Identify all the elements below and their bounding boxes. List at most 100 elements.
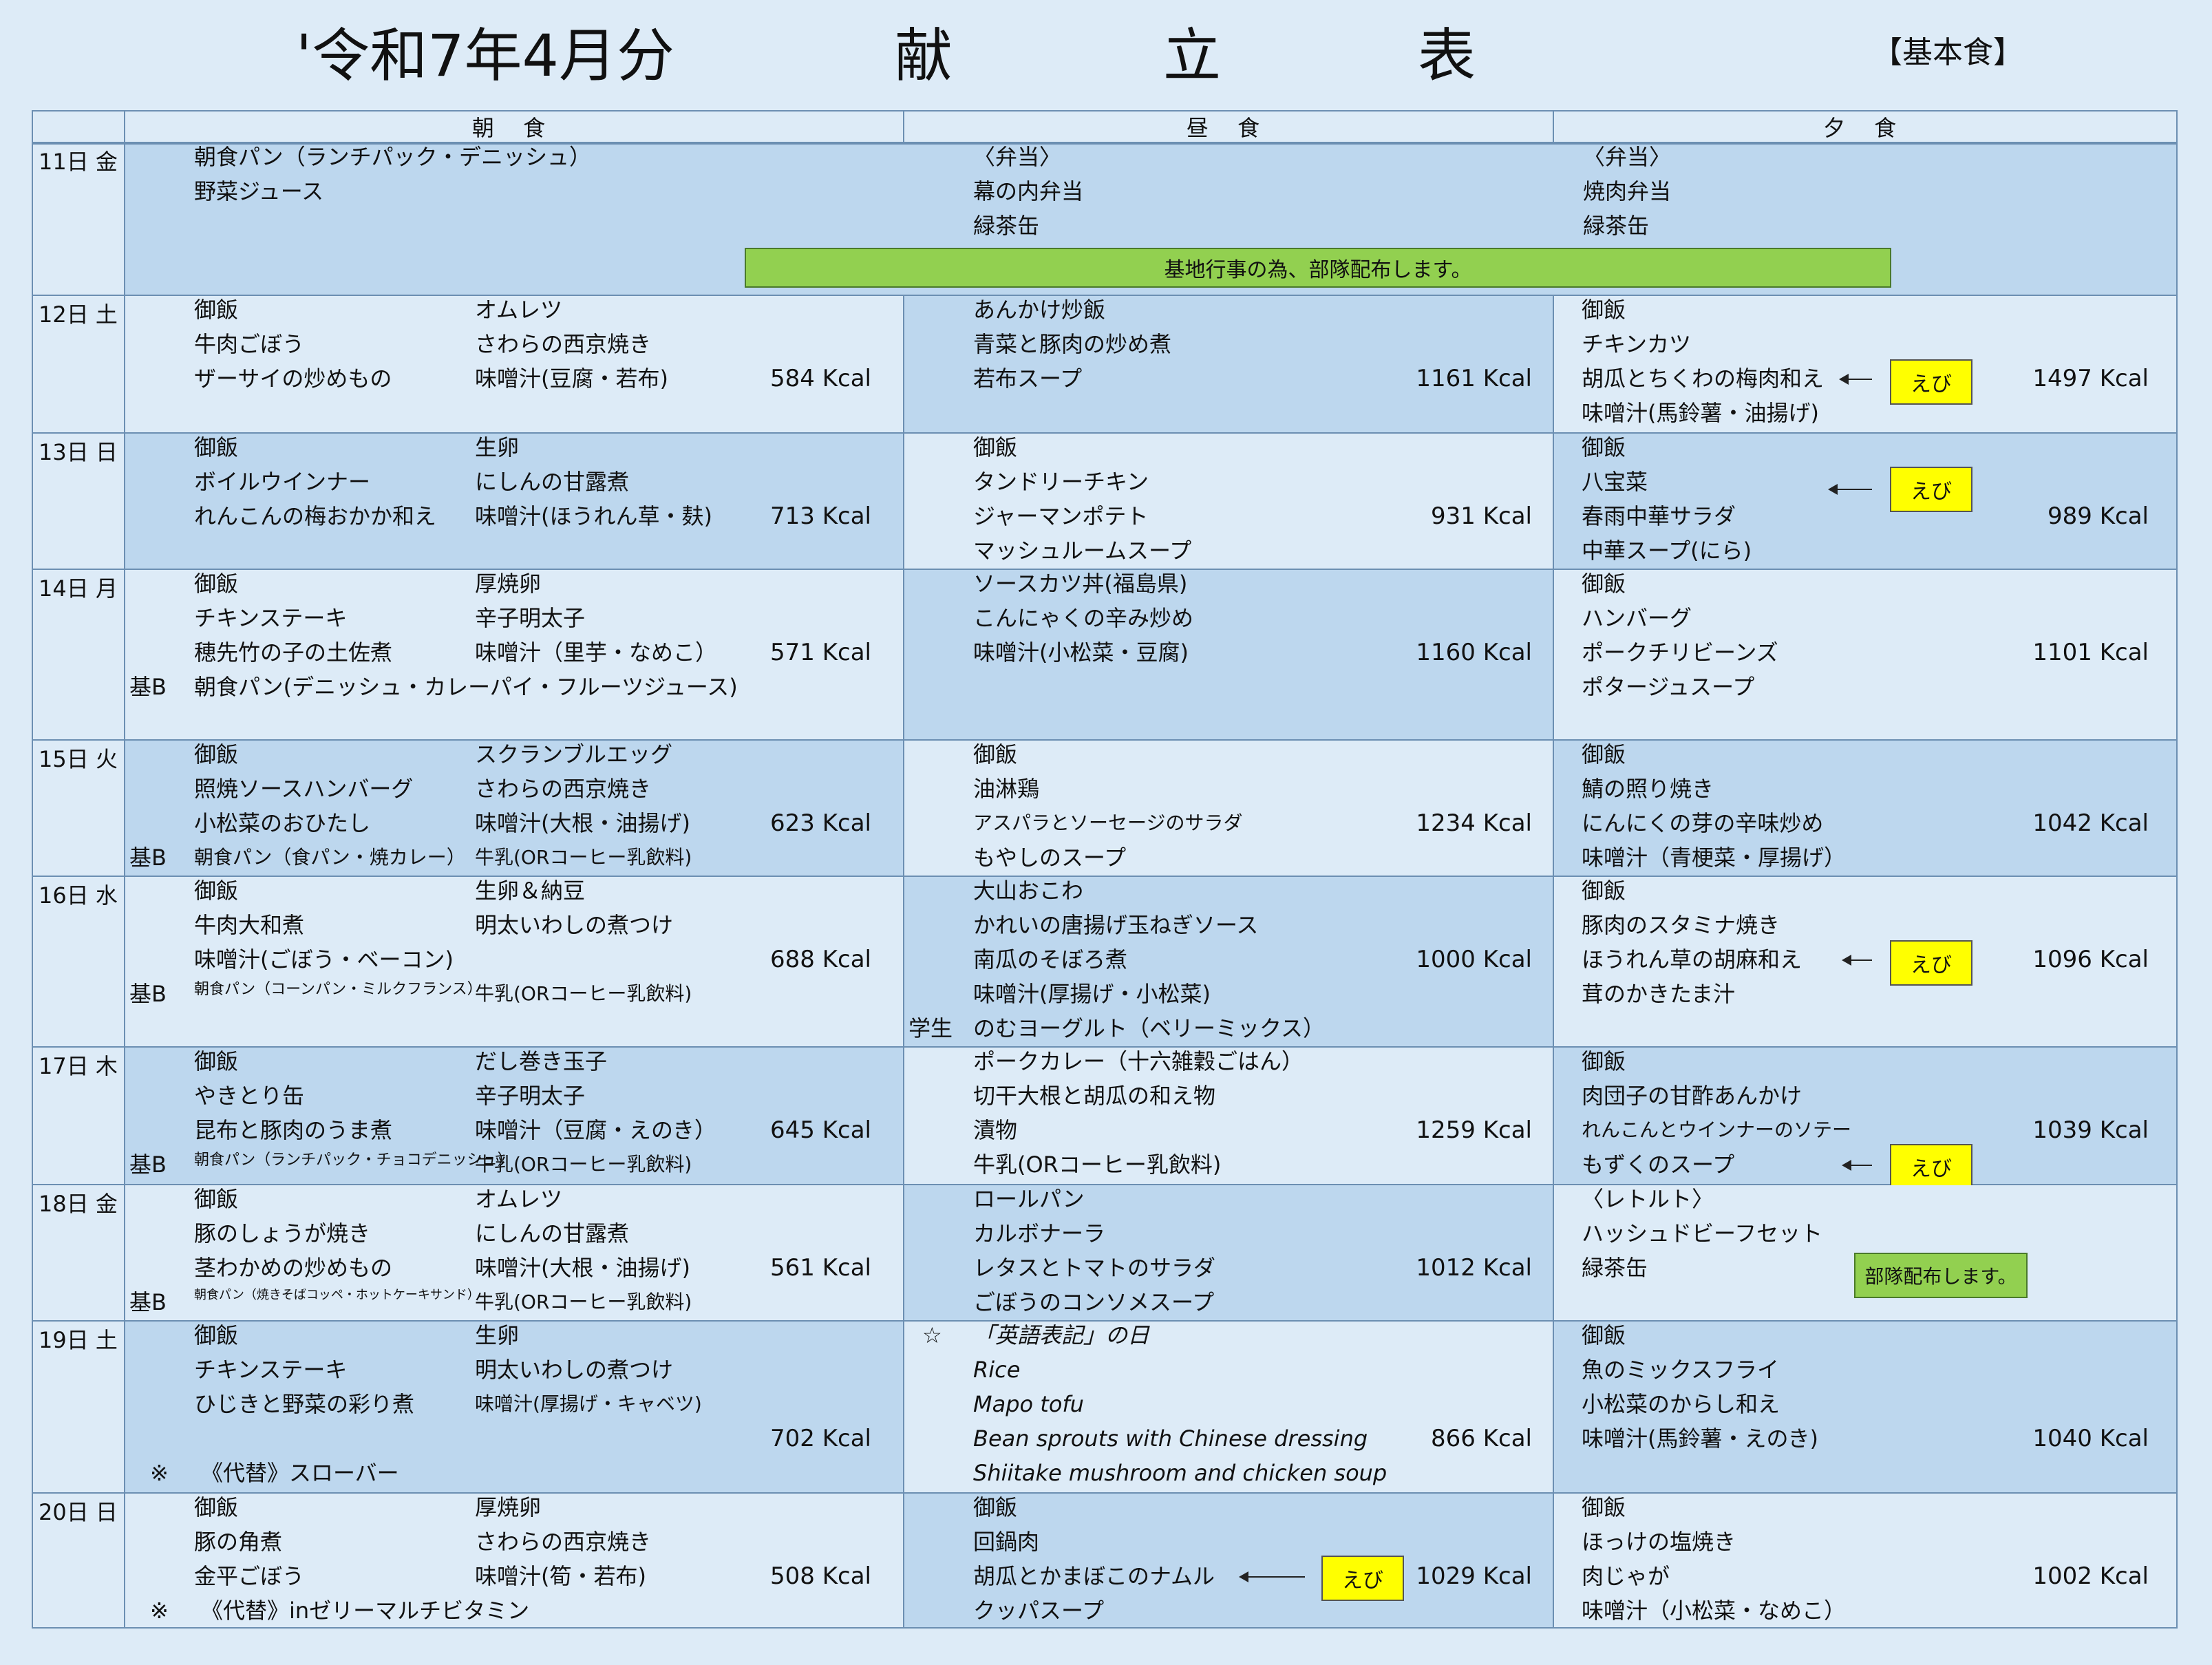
lunch-item: クッパスープ — [973, 1598, 1105, 1624]
breakfast-item: オムレツ — [475, 297, 563, 323]
day-date: 19日 土 — [39, 1327, 118, 1353]
lunch-item: アスパラとソーセージのサラダ — [973, 812, 1243, 834]
day-date: 17日 木 — [39, 1053, 118, 1079]
kib-item: 朝食パン（食パン・焼カレー） — [194, 846, 466, 869]
dinner-item: にんにくの芽の辛味炒め — [1582, 810, 1824, 836]
dinner-item: 〈レトルト〉 — [1582, 1186, 1714, 1212]
alt-mark: ※ — [150, 1598, 169, 1624]
breakfast-item: 御飯 — [194, 741, 239, 767]
dinner-item: 御飯 — [1582, 1048, 1626, 1074]
breakfast-item: 味噌汁（里芋・なめこ） — [475, 639, 718, 666]
lunch-item: 幕の内弁当 — [973, 178, 1084, 204]
lunch-item: 御飯 — [973, 1494, 1018, 1520]
dinner-item: 味噌汁（小松菜・なめこ） — [1582, 1598, 1847, 1624]
title-char-3: 表 — [1418, 22, 1476, 89]
breakfast-item: 金平ごぼう — [194, 1563, 305, 1589]
lunch-kcal: 1161 Kcal — [1416, 365, 1532, 392]
breakfast-item: 小松菜のおひたし — [194, 810, 371, 836]
dinner-item: 御飯 — [1582, 878, 1626, 904]
kib-label: 基B — [129, 1289, 167, 1315]
dinner-item: もずくのスープ — [1582, 1152, 1735, 1178]
breakfast-item: 生卵＆納豆 — [475, 878, 586, 904]
breakfast-cell: 御飯 チキンステーキ 穂先竹の子の土佐煮 厚焼卵 辛子明太子 味噌汁（里芋・なめ… — [124, 570, 903, 739]
distribution-banner: 基地行事の為、部隊配布します。 — [745, 248, 1891, 288]
day-row-20: 20日 日 御飯 豚の角煮 金平ごぼう 厚焼卵 さわらの西京焼き 味噌汁(筍・若… — [32, 1494, 2178, 1629]
lunch-item: ロールパン — [973, 1186, 1085, 1212]
lunch-item: こんにゃくの辛み炒め — [973, 605, 1194, 631]
dinner-item: 小松菜のからし和え — [1582, 1391, 1780, 1417]
date-column-header — [32, 110, 125, 143]
breakfast-item: 辛子明太子 — [475, 1083, 586, 1109]
lunch-kcal: 866 Kcal — [1431, 1425, 1532, 1452]
breakfast-item: さわらの西京焼き — [475, 776, 652, 802]
lunch-cell: 御飯 回鍋肉 胡瓜とかまぼこのナムル クッパスープ えび 1029 Kcal — [903, 1494, 1553, 1627]
breakfast-cell: 御飯 牛肉ごぼう ザーサイの炒めもの オムレツ さわらの西京焼き 味噌汁(豆腐・… — [124, 296, 903, 432]
kib-item: 朝食パン（ランチパック・チョコデニッシュ） — [194, 1152, 513, 1169]
dinner-column-header: 夕 食 — [1553, 110, 2178, 143]
lunch-item: もやしのスープ — [973, 845, 1127, 871]
breakfast-item: 味噌汁(筍・若布) — [475, 1563, 646, 1589]
breakfast-item: 生卵 — [475, 1322, 520, 1348]
arrow-icon — [1828, 484, 1872, 495]
dinner-item: 春雨中華サラダ — [1582, 503, 1736, 529]
kib-item: 牛乳(ORコーヒー乳飲料) — [475, 1291, 692, 1313]
dinner-kcal: 1096 Kcal — [2032, 946, 2149, 973]
lunch-item: レタスとトマトのサラダ — [973, 1255, 1216, 1281]
day-date: 14日 月 — [39, 575, 118, 602]
day-row-19: 19日 土 御飯 チキンステーキ ひじきと野菜の彩り煮 生卵 明太いわしの煮つけ… — [32, 1322, 2178, 1494]
breakfast-item: ひじきと野菜の彩り煮 — [194, 1391, 415, 1417]
event-cell: 朝食パン（ランチパック・デニッシュ） 野菜ジュース 〈弁当〉 幕の内弁当 緑茶缶… — [124, 143, 2178, 295]
dinner-item: 〈弁当〉 — [1583, 144, 1672, 170]
lunch-kcal: 1000 Kcal — [1416, 946, 1532, 973]
dinner-item: 御飯 — [1582, 434, 1626, 460]
breakfast-item: 豚の角煮 — [194, 1529, 283, 1555]
day-date: 16日 水 — [39, 882, 118, 909]
dinner-cell: 御飯 鯖の照り焼き にんにくの芽の辛味炒め 味噌汁（青梗菜・厚揚げ） 1042 … — [1553, 741, 2178, 876]
dinner-cell: 御飯 豚肉のスタミナ焼き ほうれん草の胡麻和え 茸のかきたま汁 えび 1096 … — [1553, 877, 2178, 1046]
lunch-item: ジャーマンポテト — [973, 503, 1149, 529]
breakfast-item: れんこんの梅おかか和え — [194, 503, 437, 529]
dinner-item: 肉団子の甘酢あんかけ — [1582, 1083, 1802, 1109]
breakfast-cell: 御飯 牛肉大和煮 味噌汁(ごぼう・ベーコン) 生卵＆納豆 明太いわしの煮つけ 6… — [124, 877, 903, 1046]
lunch-item: 油淋鶏 — [973, 776, 1040, 802]
breakfast-item: 厚焼卵 — [475, 571, 542, 597]
lunch-item: 味噌汁(小松菜・豆腐) — [973, 639, 1189, 666]
dinner-item: 御飯 — [1582, 1322, 1626, 1348]
dinner-item: 胡瓜とちくわの梅肉和え — [1582, 365, 1825, 392]
breakfast-kcal: 508 Kcal — [770, 1562, 871, 1590]
kib-label: 基B — [129, 674, 167, 700]
day-date: 20日 日 — [39, 1499, 118, 1525]
dinner-item: ハンバーグ — [1582, 605, 1692, 631]
dinner-item: 鯖の照り焼き — [1582, 776, 1714, 802]
dinner-kcal: 1101 Kcal — [2032, 639, 2149, 666]
dinner-kcal: 989 Kcal — [2048, 502, 2149, 530]
breakfast-item: さわらの西京焼き — [475, 1529, 652, 1555]
breakfast-item: 味噌汁(大根・油揚げ) — [475, 1255, 690, 1281]
dinner-item: 御飯 — [1582, 741, 1626, 767]
lunch-kcal: 1012 Kcal — [1416, 1254, 1532, 1282]
breakfast-item: 野菜ジュース — [194, 178, 324, 204]
kib-item: 牛乳(ORコーヒー乳飲料) — [475, 982, 692, 1005]
shrimp-allergen-note: えび — [1890, 359, 1972, 405]
lunch-item: Mapo tofu — [973, 1391, 1084, 1417]
dinner-kcal: 1497 Kcal — [2032, 365, 2149, 392]
lunch-item: 漬物 — [973, 1117, 1018, 1143]
lunch-item: 胡瓜とかまぼこのナムル — [973, 1563, 1215, 1589]
star-icon: ☆ — [922, 1322, 942, 1348]
day-date: 15日 火 — [39, 746, 118, 772]
kib-item: 牛乳(ORコーヒー乳飲料) — [475, 1153, 692, 1176]
breakfast-item: 豚のしょうが焼き — [194, 1220, 371, 1247]
lunch-item: カルボナーラ — [973, 1220, 1106, 1247]
breakfast-cell: 御飯 チキンステーキ ひじきと野菜の彩り煮 生卵 明太いわしの煮つけ 味噌汁(厚… — [124, 1322, 903, 1492]
student-label: 学生 — [908, 1015, 953, 1041]
shrimp-allergen-note: えび — [1890, 940, 1972, 986]
breakfast-item: 明太いわしの煮つけ — [475, 1357, 674, 1383]
dinner-kcal: 1002 Kcal — [2032, 1562, 2149, 1590]
shrimp-allergen-note: えび — [1890, 467, 1972, 512]
breakfast-item: 厚焼卵 — [475, 1494, 542, 1520]
breakfast-cell: 御飯 豚の角煮 金平ごぼう 厚焼卵 さわらの西京焼き 味噌汁(筍・若布) 508… — [124, 1494, 903, 1627]
dinner-item: 焼肉弁当 — [1583, 178, 1672, 204]
lunch-cell: 御飯 タンドリーチキン ジャーマンポテト マッシュルームスープ 931 Kcal — [903, 434, 1553, 569]
breakfast-item: 味噌汁(豆腐・若布) — [475, 365, 668, 392]
dinner-item: ほうれん草の胡麻和え — [1582, 946, 1802, 973]
